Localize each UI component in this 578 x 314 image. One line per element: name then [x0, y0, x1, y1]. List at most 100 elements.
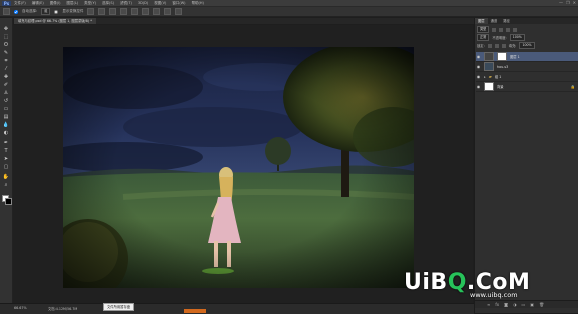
tab-paths[interactable]: 路径 — [500, 18, 513, 24]
filter-shape-icon[interactable] — [513, 27, 518, 32]
tooltip: 文件所用暂存盘 — [103, 303, 135, 311]
lock-icon: 🔒 — [570, 84, 575, 89]
quick-select-tool-icon[interactable]: ✎ — [2, 50, 10, 56]
menu-type[interactable]: 类型(Y) — [81, 1, 99, 6]
move-tool-icon[interactable] — [3, 8, 10, 15]
3d-mode-icon[interactable] — [175, 8, 183, 15]
3d-mode-icon[interactable] — [164, 8, 172, 15]
menu-image[interactable]: 图像(I) — [47, 1, 64, 6]
blend-opacity-row: 正常 不透明度: 100% — [477, 34, 577, 41]
restore-button[interactable]: ❐ — [566, 0, 570, 6]
fill-input[interactable]: 100% — [519, 42, 535, 49]
brush-tool-icon[interactable]: ✐ — [2, 82, 10, 88]
tools-panel: ✥ ⬚ ʘ ✎ ⌗ ⁄ ✚ ✐ ♙ ↺ ▭ ▤ 💧 ◐ ✒ T ➤ ▢ ✋ ⌕ — [0, 18, 13, 305]
filter-type-icon[interactable] — [506, 27, 511, 32]
lock-position-icon[interactable] — [494, 43, 499, 48]
background-color-swatch[interactable] — [5, 198, 12, 205]
move-tool-icon[interactable]: ✥ — [2, 26, 10, 32]
link-icon[interactable]: ∞ — [487, 302, 490, 307]
layer-row[interactable]: ◉ ▸ ▰ 组 1 — [476, 72, 578, 82]
zoom-tool-icon[interactable]: ⌕ — [2, 182, 10, 188]
hand-tool-icon[interactable]: ✋ — [2, 174, 10, 180]
gradient-tool-icon[interactable]: ▤ — [2, 114, 10, 120]
lock-pixels-icon[interactable] — [487, 43, 492, 48]
align-icon[interactable] — [109, 8, 117, 15]
group-expand-icon[interactable]: ▸ — [484, 75, 486, 79]
eraser-tool-icon[interactable]: ▭ — [2, 106, 10, 112]
document-canvas-image[interactable] — [63, 47, 414, 288]
lock-fill-row: 锁定: 填充: 100% — [477, 42, 577, 49]
menu-window[interactable]: 窗口(W) — [169, 1, 188, 6]
layer-thumbnail — [484, 82, 494, 91]
visibility-eye-icon[interactable]: ◉ — [476, 54, 481, 59]
layer-thumbnail — [484, 62, 494, 71]
document-info[interactable]: 文档:4.12M/56.7M — [48, 306, 77, 311]
align-icon[interactable] — [98, 8, 106, 15]
clone-stamp-tool-icon[interactable]: ♙ — [2, 90, 10, 96]
menu-layer[interactable]: 图层(L) — [63, 1, 81, 6]
path-select-tool-icon[interactable]: ➤ — [2, 156, 10, 162]
layer-filter-row: 类型 — [477, 26, 577, 33]
auto-select-dropdown[interactable]: 组 — [41, 8, 51, 15]
blend-mode-select[interactable]: 正常 — [477, 34, 490, 41]
layer-mask-thumbnail[interactable] — [497, 52, 507, 61]
zoom-level[interactable]: 66.67% — [14, 306, 27, 310]
scene-artwork — [63, 47, 414, 288]
visibility-eye-icon[interactable]: ◉ — [476, 64, 481, 69]
crop-tool-icon[interactable]: ⌗ — [2, 58, 10, 64]
minimize-button[interactable]: — — [559, 0, 563, 6]
distribute-icon[interactable] — [142, 8, 150, 15]
tab-layers[interactable]: 图层 — [475, 18, 488, 24]
marquee-tool-icon[interactable]: ⬚ — [2, 34, 10, 40]
lock-all-icon[interactable] — [501, 43, 506, 48]
eyedropper-tool-icon[interactable]: ⁄ — [2, 66, 10, 72]
menu-edit[interactable]: 编辑(E) — [29, 1, 47, 6]
layer-row[interactable]: ◉ 背景 🔒 — [476, 82, 578, 92]
document-tab-bar: 填充与纹理.psd @ 66.7% (图层 1, 图层蒙版/8) * — [14, 18, 474, 24]
trash-icon[interactable]: 🗑 — [539, 302, 544, 307]
history-brush-tool-icon[interactable]: ↺ — [2, 98, 10, 104]
menu-3d[interactable]: 3D(D) — [135, 1, 151, 5]
layer-name[interactable]: hou-s3 — [497, 65, 508, 69]
new-layer-icon[interactable]: ▣ — [530, 302, 534, 307]
close-button[interactable]: ✕ — [573, 0, 576, 6]
shape-tool-icon[interactable]: ▢ — [2, 164, 10, 170]
filter-pixel-icon[interactable] — [492, 27, 497, 32]
layer-name[interactable]: 图层 1 — [510, 54, 520, 59]
auto-select-checkbox[interactable] — [14, 9, 18, 14]
distribute-icon[interactable] — [131, 8, 139, 15]
blur-tool-icon[interactable]: 💧 — [2, 122, 10, 128]
distribute-icon[interactable] — [120, 8, 128, 15]
layer-row[interactable]: ◉ hou-s3 — [476, 62, 578, 72]
healing-tool-icon[interactable]: ✚ — [2, 74, 10, 80]
panel-tabs: 图层 通道 路径 — [475, 18, 578, 24]
mask-icon[interactable]: ◙ — [504, 302, 508, 307]
layer-filter-select[interactable]: 类型 — [477, 26, 490, 33]
document-tab[interactable]: 填充与纹理.psd @ 66.7% (图层 1, 图层蒙版/8) * — [14, 18, 96, 24]
show-transform-checkbox[interactable] — [54, 9, 59, 14]
layer-name[interactable]: 背景 — [497, 84, 504, 89]
menu-help[interactable]: 帮助(H) — [189, 1, 207, 6]
layer-row[interactable]: ◉ 图层 1 — [476, 52, 578, 62]
menu-bar: Ps 文件(F) 编辑(E) 图像(I) 图层(L) 类型(Y) 选择(S) 滤… — [0, 0, 578, 7]
menu-view[interactable]: 视图(V) — [151, 1, 169, 6]
folder-icon[interactable]: ▭ — [522, 302, 526, 307]
layer-name[interactable]: 组 1 — [495, 74, 501, 79]
filter-adjust-icon[interactable] — [499, 27, 504, 32]
menu-file[interactable]: 文件(F) — [11, 1, 29, 6]
fx-icon[interactable]: fx — [495, 302, 499, 307]
lasso-tool-icon[interactable]: ʘ — [2, 42, 10, 48]
type-tool-icon[interactable]: T — [2, 148, 10, 154]
menu-filter[interactable]: 滤镜(T) — [117, 1, 135, 6]
align-icon[interactable] — [87, 8, 95, 15]
dodge-tool-icon[interactable]: ◐ — [2, 130, 10, 136]
pen-tool-icon[interactable]: ✒ — [2, 140, 10, 146]
tab-channels[interactable]: 通道 — [488, 18, 501, 24]
opacity-input[interactable]: 100% — [509, 34, 525, 41]
visibility-eye-icon[interactable]: ◉ — [476, 84, 481, 89]
visibility-eye-icon[interactable]: ◉ — [476, 74, 481, 79]
layers-panel: 图层 通道 路径 类型 正常 不透明度: 100% 锁定: 填充: 100% ◉… — [474, 18, 578, 313]
menu-select[interactable]: 选择(S) — [99, 1, 117, 6]
adjustment-icon[interactable]: ◑ — [513, 302, 517, 307]
3d-mode-icon[interactable] — [153, 8, 161, 15]
